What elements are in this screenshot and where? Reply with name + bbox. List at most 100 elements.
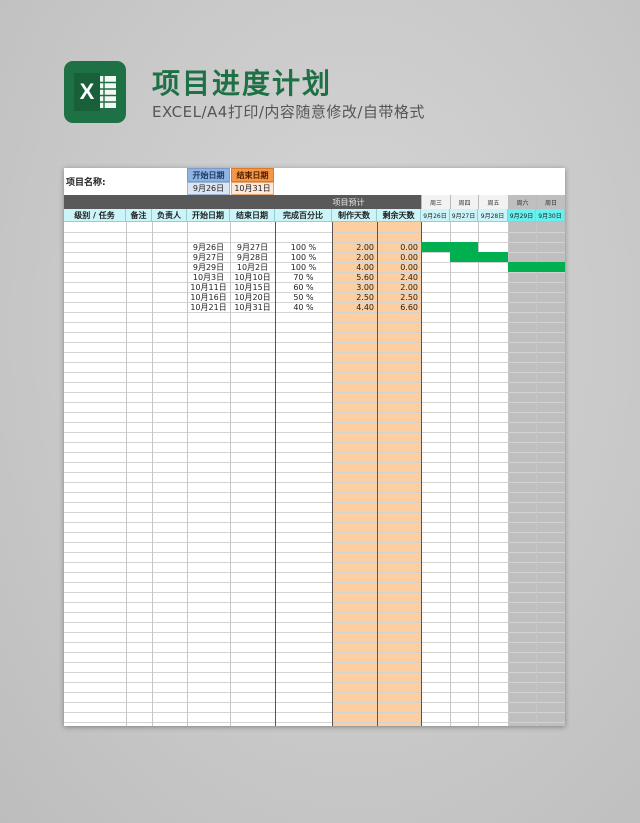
task-end-date[interactable]: 9月27日: [230, 242, 275, 252]
row-gridline: [64, 372, 565, 373]
row-gridline: [64, 682, 565, 683]
row-gridline: [64, 712, 565, 713]
task-percent-complete[interactable]: 100 %: [275, 252, 332, 262]
task-percent-complete[interactable]: 50 %: [275, 292, 332, 302]
row-gridline: [64, 512, 565, 513]
task-start-date[interactable]: 10月11日: [187, 282, 230, 292]
table-row[interactable]: 10月16日 10月20日 50 % 2.50 2.50: [64, 292, 565, 302]
page-title: 项目进度计划: [152, 67, 333, 100]
row-gridline: [64, 312, 565, 313]
timeline-date-header: 9月26日: [421, 209, 450, 222]
row-gridline: [64, 452, 565, 453]
row-gridline: [64, 322, 565, 323]
task-percent-complete[interactable]: 100 %: [275, 262, 332, 272]
table-row[interactable]: 10月21日 10月31日 40 % 4.40 6.60: [64, 302, 565, 312]
row-gridline: [64, 422, 565, 423]
row-gridline: [64, 672, 565, 673]
row-gridline: [64, 382, 565, 383]
timeline-date-header: 9月30日: [536, 209, 565, 222]
task-production-days: 2.00: [356, 242, 374, 252]
task-level-header: 级别 / 任务: [64, 209, 126, 222]
timeline-date-header: 9月27日: [450, 209, 478, 222]
start-date-col-header: 开始日期: [187, 209, 230, 222]
task-end-date[interactable]: 10月31日: [230, 302, 275, 312]
task-start-date[interactable]: 9月29日: [187, 262, 230, 272]
task-production-days: 2.00: [356, 252, 374, 262]
row-gridline: [64, 562, 565, 563]
table-row[interactable]: 10月11日 10月15日 60 % 3.00 2.00: [64, 282, 565, 292]
task-remaining-days: 2.00: [400, 282, 418, 292]
task-start-date[interactable]: 10月21日: [187, 302, 230, 312]
row-gridline: [64, 342, 565, 343]
table-row[interactable]: 9月29日 10月2日 100 % 4.00 0.00: [64, 262, 565, 272]
task-production-days: 2.50: [356, 292, 374, 302]
table-row[interactable]: 9月26日 9月27日 100 % 2.00 0.00: [64, 242, 565, 252]
project-start-date[interactable]: 9月26日: [187, 182, 230, 195]
row-gridline: [64, 402, 565, 403]
task-production-days: 5.60: [356, 272, 374, 282]
task-end-date[interactable]: 9月28日: [230, 252, 275, 262]
excel-logo-letter: X: [80, 79, 95, 104]
percent-complete-header: 完成百分比: [275, 209, 332, 222]
row-gridline: [64, 502, 565, 503]
row-gridline: [64, 652, 565, 653]
row-gridline: [64, 662, 565, 663]
task-percent-complete[interactable]: 60 %: [275, 282, 332, 292]
row-gridline: [64, 352, 565, 353]
row-gridline: [64, 482, 565, 483]
row-gridline: [64, 622, 565, 623]
row-gridline: [64, 412, 565, 413]
remaining-days-header: 剩余天数: [377, 209, 421, 222]
row-gridline: [64, 522, 565, 523]
task-start-date[interactable]: 10月3日: [187, 272, 230, 282]
task-start-date[interactable]: 9月26日: [187, 242, 230, 252]
note-header: 备注: [126, 209, 152, 222]
estimate-label: 项目预计: [332, 197, 365, 207]
row-gridline: [64, 612, 565, 613]
task-percent-complete[interactable]: 40 %: [275, 302, 332, 312]
task-end-date[interactable]: 10月2日: [230, 262, 275, 272]
production-days-header: 制作天数: [332, 209, 377, 222]
task-remaining-days: 0.00: [400, 242, 418, 252]
end-date-col-header: 结束日期: [230, 209, 275, 222]
row-gridline: [64, 572, 565, 573]
excel-icon: X: [64, 61, 126, 123]
row-gridline: [64, 642, 565, 643]
task-percent-complete[interactable]: 70 %: [275, 272, 332, 282]
row-gridline: [64, 232, 565, 233]
row-gridline: [64, 442, 565, 443]
row-gridline: [64, 432, 565, 433]
task-percent-complete[interactable]: 100 %: [275, 242, 332, 252]
weekday-label: 周三: [421, 195, 450, 209]
task-production-days: 3.00: [356, 282, 374, 292]
timeline-date-header: 9月28日: [478, 209, 508, 222]
row-gridline: [64, 542, 565, 543]
task-end-date[interactable]: 10月15日: [230, 282, 275, 292]
row-gridline: [64, 702, 565, 703]
task-production-days: 4.00: [356, 262, 374, 272]
start-date-header: 开始日期: [187, 168, 230, 182]
end-date-header: 结束日期: [231, 168, 274, 182]
row-gridline: [64, 592, 565, 593]
project-end-date[interactable]: 10月31日: [231, 182, 274, 195]
gantt-bar: [508, 262, 565, 272]
page-subtitle: EXCEL/A4打印/内容随意修改/自带格式: [152, 103, 425, 121]
task-remaining-days: 2.40: [400, 272, 418, 282]
timeline-date-header: 9月29日: [508, 209, 536, 222]
row-gridline: [64, 582, 565, 583]
table-row[interactable]: 10月3日 10月10日 70 % 5.60 2.40: [64, 272, 565, 282]
row-gridline: [64, 362, 565, 363]
row-gridline: [64, 552, 565, 553]
weekday-label: 周四: [450, 195, 478, 209]
row-gridline: [64, 392, 565, 393]
row-gridline: [64, 632, 565, 633]
task-end-date[interactable]: 10月20日: [230, 292, 275, 302]
task-end-date[interactable]: 10月10日: [230, 272, 275, 282]
row-gridline: [64, 472, 565, 473]
row-gridline: [64, 332, 565, 333]
gantt-bar: [421, 242, 478, 252]
project-name-label: 项目名称:: [66, 178, 106, 188]
task-start-date[interactable]: 10月16日: [187, 292, 230, 302]
task-start-date[interactable]: 9月27日: [187, 252, 230, 262]
row-gridline: [64, 692, 565, 693]
